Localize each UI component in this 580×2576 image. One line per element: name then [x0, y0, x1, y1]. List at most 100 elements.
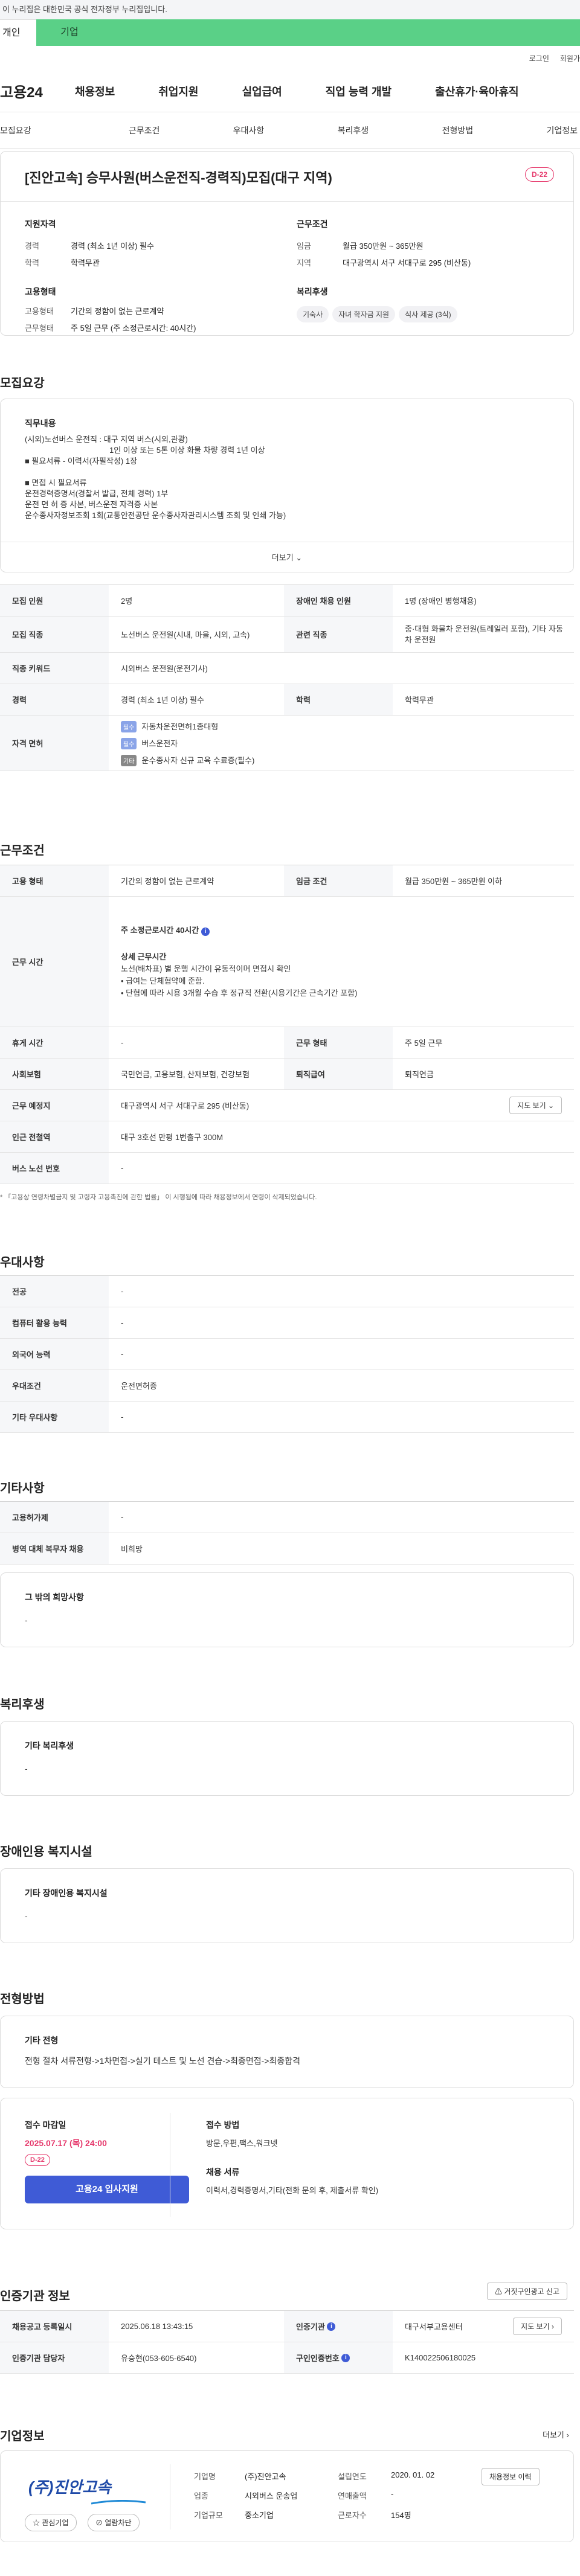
duty-heading: 직무내용 [25, 418, 56, 428]
location-row: 지역 대구광역시 서구 서대구로 295 (비산동) [297, 258, 471, 268]
table-row: 고용허가제 - [0, 1502, 574, 1533]
welfare-value: - [25, 1764, 28, 1773]
facility-value: - [25, 1911, 28, 1921]
duty-card: 직무내용 (시외)노선버스 운전직 : 대구 지역 버스(시외,관광) 1인 이… [0, 399, 574, 572]
est-label: 설립연도 [338, 2472, 367, 2481]
rev-value: - [391, 2490, 394, 2499]
gnb-jobs[interactable]: 채용정보 [75, 83, 115, 99]
anchor-welfare[interactable]: 복리후생 [338, 124, 369, 136]
anchor-pref[interactable]: 우대사항 [233, 124, 265, 136]
gnb-parental-leave[interactable]: 출산휴가·육아휴직 [435, 83, 518, 99]
deadline-value: 2025.07.17 (목) 24:00 [25, 2138, 107, 2148]
facility-card: 기타 장애인용 복지시설 - [0, 1868, 574, 1943]
anchor-company[interactable]: 기업정보 [546, 124, 578, 136]
gnb-employment-support[interactable]: 취업지원 [158, 83, 198, 99]
work-table: 고용 형태 기간의 정함이 없는 근로계약 임금 조건 월급 350만원 ~ 365만… [0, 865, 574, 1184]
deadline-heading: 접수 마감일 [25, 2120, 66, 2130]
apply-button[interactable]: 고용24 입사지원 [25, 2176, 189, 2203]
work-heading: 근무조건 [0, 844, 45, 857]
process-card: 기타 전형 전형 절차 서류전형->1차면접->실기 테스트 및 노선 견습->… [0, 2016, 574, 2088]
job-title: [진안고속] 승무사원(버스운전직-경력직)모집(대구 지역) [25, 170, 332, 185]
process-value: 전형 절차 서류전형->1차면접->실기 테스트 및 노선 견습->최종면접->… [25, 2056, 300, 2066]
table-row: 전공 - [0, 1276, 574, 1307]
biz-value: 시외버스 운송업 [245, 2491, 298, 2501]
edu-row: 학력 학력무관 [25, 258, 100, 268]
logo-swoosh-icon [91, 2497, 146, 2505]
table-row: 컴퓨터 활용 능력 - [0, 1307, 574, 1339]
anchor-recruit[interactable]: 모집요강 [0, 124, 31, 136]
user-type-tabs: 개인 기업 [0, 19, 580, 46]
rev-label: 연매출액 [338, 2491, 367, 2501]
license-item: 기타 운수종사자 신규 교육 수료증(필수) [121, 754, 254, 766]
table-row: 인증기관 담당자 유승현(053-605-6540) 구인인증번호 i K140022… [0, 2342, 574, 2374]
info-icon[interactable]: i [201, 927, 210, 936]
report-button[interactable]: ⚠ 거짓구인광고 신고 [487, 2283, 568, 2300]
utility-nav: 로그인 회원가 [0, 46, 580, 70]
license-item: 필수 버스운전자 [121, 737, 178, 749]
size-label: 기업규모 [194, 2511, 223, 2520]
anchor-process[interactable]: 전형방법 [442, 124, 474, 136]
weekly-hours: 주 소정근로시간 40시간 i [121, 924, 210, 937]
auth-map-button[interactable]: 지도 보기 › [513, 2318, 562, 2335]
qual-heading: 지원자격 [25, 219, 56, 229]
table-row: 사회보험 국민연금, 고용보험, 산재보험, 건강보험 퇴직급여 퇴직연금 [0, 1059, 574, 1090]
cond-heading: 근무조건 [297, 219, 328, 229]
info-icon[interactable]: i [327, 2322, 336, 2331]
anchor-work[interactable]: 근무조건 [129, 124, 160, 136]
worktype-row: 근무형태 주 5일 근무 (주 소정근로시간: 40시간) [25, 324, 196, 333]
map-button[interactable]: 지도 보기 ⌄ [509, 1097, 562, 1114]
login-link[interactable]: 로그인 [529, 53, 549, 63]
method-value: 방문,우편,팩스,워크넷 [206, 2139, 278, 2148]
gnb-unemployment-benefit[interactable]: 실업급여 [242, 83, 282, 99]
welfare-section-heading: 복리후생 [0, 1698, 45, 1711]
site-logo[interactable]: 고용24 [0, 80, 66, 101]
gnb-vocational-training[interactable]: 직업 능력 개발 [326, 83, 392, 99]
docs-heading: 채용 서류 [206, 2167, 240, 2177]
auth-table: 채용공고 등록일시 2025.06.18 13:43:15 인증기관 i 대구서부고용… [0, 2310, 574, 2374]
block-icon: ⊘ [95, 2519, 103, 2527]
tab-company[interactable]: 기업 [36, 19, 103, 46]
welfare-card: 기타 복리후생 - [0, 1721, 574, 1796]
wish-value: - [25, 1615, 28, 1625]
table-row: 근무 시간 주 소정근로시간 40시간 i 상세 근무시간 노선(배차표) 별 … [0, 897, 574, 1027]
info-icon[interactable]: i [341, 2353, 350, 2362]
dday-badge: D-22 [25, 2154, 50, 2166]
detail-hours-line: • 단협에 따라 시용 3개월 수습 후 정규직 전환(시용기간은 근속기간 포… [121, 988, 358, 998]
wish-card: 그 밖의 희망사항 - [0, 1572, 574, 1647]
emp-heading: 고용형태 [25, 287, 56, 296]
hire-history-button[interactable]: 채용정보 이력 [482, 2468, 540, 2485]
emp-label: 근로자수 [338, 2511, 367, 2520]
table-row: 직종 키워드 시외버스 운전원(운전기사) [0, 653, 574, 684]
recruit-heading: 모집요강 [0, 377, 45, 390]
block-button[interactable]: ⊘ 열람차단 [88, 2514, 140, 2531]
wage-row: 임금 월급 350만원 ~ 365만원 [297, 242, 424, 251]
table-row: 병역 대체 복무자 채용 비희망 [0, 1533, 574, 1565]
facility-title: 기타 장애인용 복지시설 [25, 1888, 108, 1898]
name-value: (주)진안고속 [245, 2472, 286, 2481]
etc-table: 고용허가제 - 병역 대체 복무자 채용 비희망 [0, 1501, 574, 1565]
welfare-heading: 복리후생 [297, 287, 328, 296]
star-icon: ☆ [33, 2519, 40, 2527]
wish-heading: 그 밖의 희망사항 [25, 1592, 84, 1602]
etc-heading: 기타사항 [0, 1482, 45, 1495]
size-value: 중소기업 [245, 2511, 274, 2520]
job-summary-card: [진안고속] 승무사원(버스운전직-경력직)모집(대구 지역) D-22 지원자… [0, 151, 574, 336]
fav-button[interactable]: ☆ 관심기업 [25, 2514, 77, 2531]
table-row: 고용 형태 기간의 정함이 없는 근로계약 임금 조건 월급 350만원 ~ 365만… [0, 865, 574, 897]
tab-personal[interactable]: 개인 [0, 19, 36, 46]
chip: 자녀 학자금 지원 [332, 306, 396, 322]
detail-hours-heading: 상세 근무시간 [121, 952, 167, 961]
duty-text: (시외)노선버스 운전직 : 대구 지역 버스(시외,관광) 1인 이상 또는 … [25, 435, 286, 520]
signup-link[interactable]: 회원가 [560, 53, 580, 63]
docs-value: 이력서,경력증명서,기타(전화 문의 후, 제출서류 확인) [206, 2186, 379, 2195]
table-row: 채용공고 등록일시 2025.06.18 13:43:15 인증기관 i 대구서부고용… [0, 2311, 574, 2342]
pref-heading: 우대사항 [0, 1256, 45, 1269]
apply-card: 접수 마감일 2025.07.17 (목) 24:00 D-22 고용24 입사… [0, 2098, 574, 2229]
chip: 기숙사 [297, 306, 329, 322]
table-row: 휴게 시간 - 근무 형태 주 5일 근무 [0, 1027, 574, 1059]
company-logo: (주)진안고속 [28, 2478, 111, 2496]
more-button[interactable]: 더보기 ⌄ [1, 551, 573, 563]
auth-heading: 인증기관 정보 [0, 2290, 70, 2303]
biz-label: 업종 [194, 2491, 208, 2501]
company-more-link[interactable]: 더보기 › [543, 2429, 569, 2440]
